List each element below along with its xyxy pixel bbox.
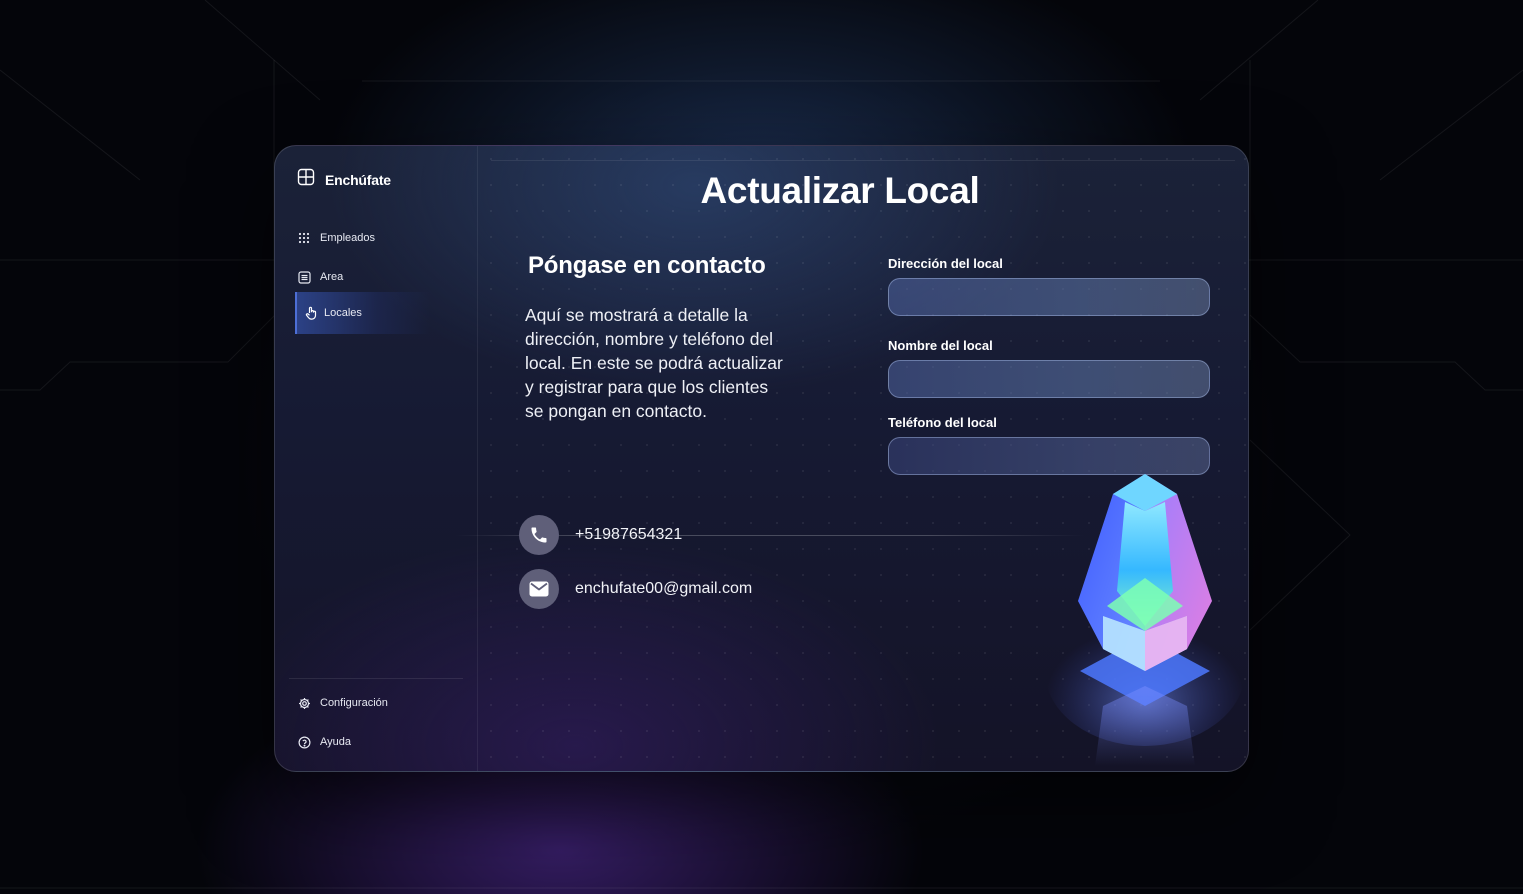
sidebar-item-label: Ayuda: [320, 736, 351, 748]
crystal-illustration: [1045, 474, 1245, 766]
help-circle-icon: [297, 735, 311, 749]
hand-pointer-icon: [304, 306, 318, 320]
plug-logo-icon: [297, 168, 315, 191]
sidebar: Enchúfate Empleados Area Locales Configu…: [275, 146, 478, 771]
mail-icon: [519, 569, 559, 609]
phone-number: +51987654321: [575, 526, 683, 543]
page-title: Actualizar Local: [700, 170, 980, 211]
list-icon: [297, 270, 311, 284]
phone-icon: [519, 515, 559, 555]
sidebar-item-configuracion[interactable]: Configuración: [297, 686, 388, 720]
sidebar-item-empleados[interactable]: Empleados: [297, 221, 375, 255]
sidebar-item-label: Locales: [324, 307, 362, 319]
contact-heading: Póngase en contacto: [528, 252, 766, 279]
brand-name: Enchúfate: [325, 171, 391, 188]
brand[interactable]: Enchúfate: [297, 168, 391, 191]
contact-phone[interactable]: +51987654321: [519, 515, 682, 555]
direccion-label: Dirección del local: [888, 256, 1003, 271]
sidebar-item-ayuda[interactable]: Ayuda: [297, 725, 351, 759]
email-address: enchufate00@gmail.com: [575, 580, 753, 597]
sidebar-divider: [289, 678, 463, 679]
gear-icon: [297, 696, 311, 710]
sidebar-item-label: Empleados: [320, 232, 376, 244]
sidebar-item-label: Area: [320, 271, 344, 283]
sidebar-item-area[interactable]: Area: [297, 260, 343, 294]
telefono-label: Teléfono del local: [888, 415, 997, 430]
contact-email[interactable]: enchufate00@gmail.com: [519, 569, 752, 609]
app-window: Enchúfate Empleados Area Locales Configu…: [274, 145, 1249, 772]
grid-dots-icon: [297, 231, 311, 245]
nombre-label: Nombre del local: [888, 338, 993, 353]
direccion-input[interactable]: [888, 278, 1210, 316]
header-divider: [491, 160, 1235, 161]
contact-description: Aquí se mostrará a detalle la dirección,…: [525, 305, 783, 421]
nombre-input[interactable]: [888, 360, 1210, 398]
sidebar-item-locales[interactable]: Locales: [304, 296, 362, 330]
sidebar-item-label: Configuración: [320, 697, 388, 709]
